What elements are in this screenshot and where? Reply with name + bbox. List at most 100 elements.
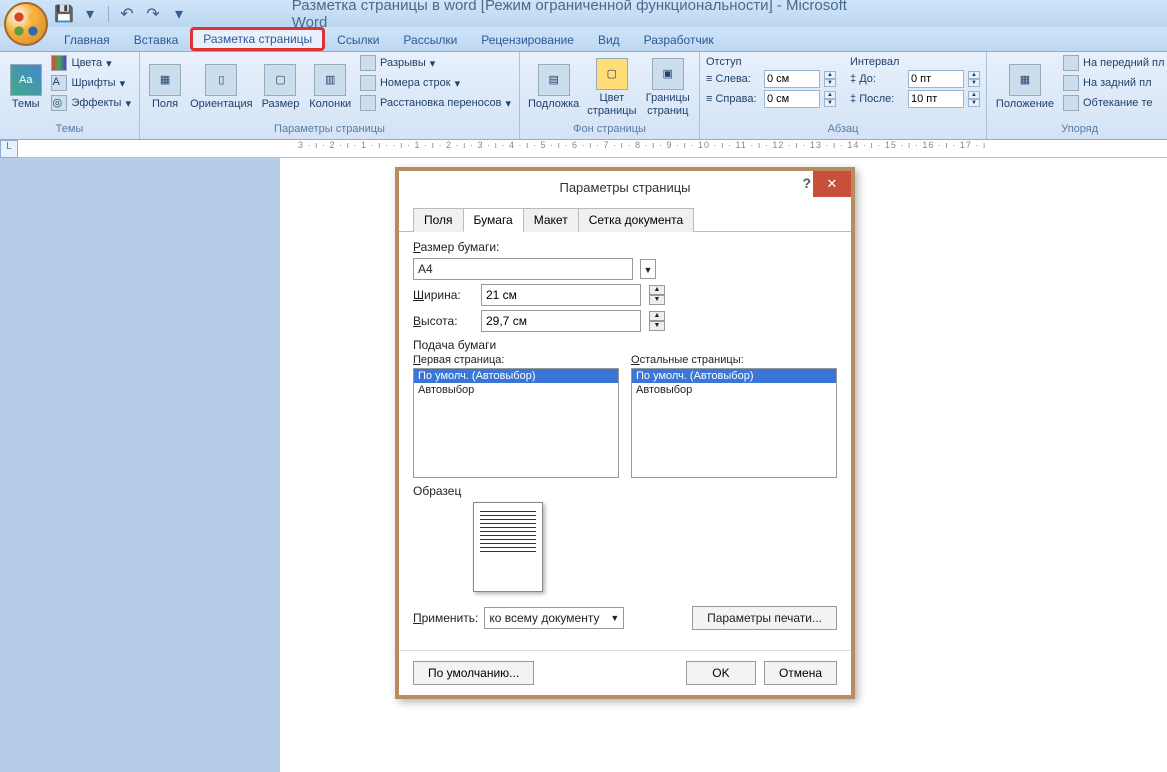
bring-front-button[interactable]: На передний пл [1061,54,1166,72]
tab-developer[interactable]: Разработчик [632,29,726,51]
tab-view[interactable]: Вид [586,29,632,51]
position-button[interactable]: ▦Положение [993,54,1057,121]
horizontal-ruler[interactable]: 3 · ı · 2 · ı · 1 · ı · · ı · 1 · ı · 2 … [18,140,1167,158]
height-input[interactable] [481,310,641,332]
breaks-button[interactable]: Разрывы ▾ [358,54,513,72]
group-label: Темы [6,121,133,137]
dlg-tab-grid[interactable]: Сетка документа [578,208,694,232]
breaks-icon [360,55,376,71]
list-item[interactable]: По умолч. (Автовыбор) [414,369,618,383]
paper-feed-label: Подача бумаги [413,338,837,352]
width-spinner[interactable]: ▲▼ [649,285,665,305]
indent-right-field[interactable]: ≡ Справа:▲▼ [706,90,836,108]
page-color-icon: ▢ [596,58,628,90]
list-item[interactable]: Автовыбор [632,383,836,397]
themes-button[interactable]: Aa Темы [6,54,45,121]
chevron-down-icon[interactable]: ▼ [640,259,656,279]
first-page-label: Первая страница: [413,354,619,366]
borders-icon: ▣ [652,58,684,90]
ribbon-tabs: Главная Вставка Разметка страницы Ссылки… [0,27,1167,52]
title-bar: 💾 ▾ ↶ ↷ ▾ Разметка страницы в word [Режи… [0,0,1167,27]
window-title: Разметка страницы в word [Режим ограниче… [292,0,876,31]
wrap-icon [1063,95,1079,111]
spacing-after-field[interactable]: ‡ После:▲▼ [850,90,980,108]
undo-icon[interactable]: ↶ [117,4,137,24]
margins-button[interactable]: ▦Поля [146,54,184,121]
dlg-tab-paper[interactable]: Бумага [463,208,524,232]
page-setup-dialog: Параметры страницы ? ✕ Поля Бумага Макет… [395,167,855,699]
watermark-button[interactable]: ▤Подложка [526,54,581,121]
spinner-icon[interactable]: ▲▼ [968,71,980,87]
columns-button[interactable]: ▥Колонки [306,54,354,121]
tab-insert[interactable]: Вставка [122,29,191,51]
qat-customize-icon[interactable]: ▾ [169,4,189,24]
apply-to-select[interactable]: ко всему документу▼ [484,607,624,629]
theme-effects-button[interactable]: ◎Эффекты ▾ [49,94,133,112]
tab-review[interactable]: Рецензирование [469,29,586,51]
ok-button[interactable]: OK [686,661,756,685]
dialog-tabs: Поля Бумага Макет Сетка документа [399,203,851,232]
columns-icon: ▥ [314,64,346,96]
tab-references[interactable]: Ссылки [325,29,391,51]
list-item[interactable]: Автовыбор [414,383,618,397]
spacing-before-field[interactable]: ‡ До:▲▼ [850,70,980,88]
office-button[interactable] [4,2,48,46]
tab-selector[interactable]: L [0,140,18,158]
indent-right-input[interactable] [764,90,820,108]
default-button[interactable]: По умолчанию... [413,661,534,685]
colors-icon [51,55,67,71]
spinner-icon[interactable]: ▲▼ [824,71,836,87]
back-icon [1063,75,1079,91]
dialog-buttons: По умолчанию... OK Отмена [399,650,851,695]
group-page-background: ▤Подложка ▢Цвет страницы ▣Границы страни… [520,52,700,139]
spinner-icon[interactable]: ▲▼ [824,91,836,107]
width-input[interactable] [481,284,641,306]
spacing-after-input[interactable] [908,90,964,108]
group-label: Параметры страницы [146,121,513,137]
themes-icon: Aa [10,64,42,96]
qat-dropdown-icon[interactable]: ▾ [80,4,100,24]
tab-home[interactable]: Главная [52,29,122,51]
tab-mailings[interactable]: Рассылки [391,29,469,51]
print-options-button[interactable]: Параметры печати... [692,606,837,630]
line-numbers-button[interactable]: Номера строк ▾ [358,74,513,92]
left-margin-area [0,158,280,772]
paper-size-label: Размер бумаги: [413,240,837,254]
redo-icon[interactable]: ↷ [143,4,163,24]
group-label: Упоряд [993,121,1166,137]
front-icon [1063,55,1079,71]
cancel-button[interactable]: Отмена [764,661,837,685]
send-back-button[interactable]: На задний пл [1061,74,1166,92]
page-borders-button[interactable]: ▣Границы страниц [642,54,693,121]
tab-page-layout[interactable]: Разметка страницы [190,27,325,51]
fonts-icon: A [51,75,67,91]
hyphenation-button[interactable]: Расстановка переносов ▾ [358,94,513,112]
preview-thumbnail [473,502,543,592]
dialog-title-bar[interactable]: Параметры страницы ? ✕ [399,171,851,203]
height-label: Высота: [413,314,473,328]
first-page-list[interactable]: По умолч. (Автовыбор) Автовыбор [413,368,619,478]
spinner-icon[interactable]: ▲▼ [968,91,980,107]
group-page-setup: ▦Поля ▯Ориентация ▢Размер ▥Колонки Разры… [140,52,520,139]
paper-size-select[interactable]: A4 [413,258,633,280]
indent-left-field[interactable]: ≡ Слева:▲▼ [706,70,836,88]
line-numbers-icon [360,75,376,91]
theme-colors-button[interactable]: Цвета ▾ [49,54,133,72]
save-icon[interactable]: 💾 [54,4,74,24]
other-pages-list[interactable]: По умолч. (Автовыбор) Автовыбор [631,368,837,478]
indent-left-input[interactable] [764,70,820,88]
spacing-before-input[interactable] [908,70,964,88]
group-paragraph: Отступ ≡ Слева:▲▼ ≡ Справа:▲▼ Интервал ‡… [700,52,987,139]
dlg-tab-layout[interactable]: Макет [523,208,579,232]
close-button[interactable]: ✕ [813,171,851,197]
help-icon[interactable]: ? [802,175,811,191]
height-spinner[interactable]: ▲▼ [649,311,665,331]
size-button[interactable]: ▢Размер [259,54,303,121]
list-item[interactable]: По умолч. (Автовыбор) [632,369,836,383]
dlg-tab-fields[interactable]: Поля [413,208,464,232]
text-wrap-button[interactable]: Обтекание те [1061,94,1166,112]
orientation-button[interactable]: ▯Ориентация [188,54,254,121]
page-color-button[interactable]: ▢Цвет страницы [585,54,638,121]
theme-fonts-button[interactable]: AШрифты ▾ [49,74,133,92]
preview-label: Образец [413,484,837,498]
